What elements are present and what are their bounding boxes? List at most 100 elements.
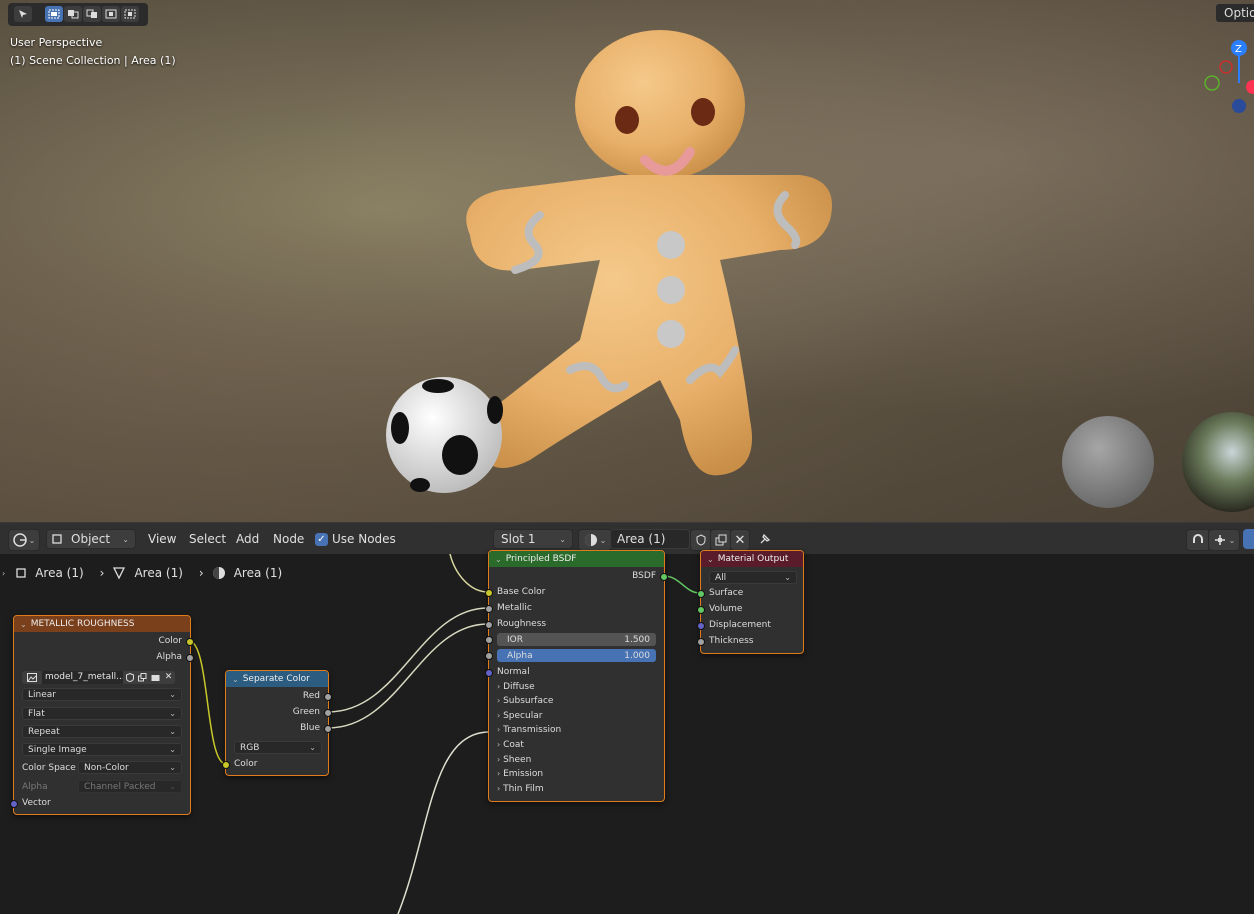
- socket-input-volume[interactable]: [697, 606, 705, 614]
- object-type-dropdown[interactable]: Object ⌄: [46, 529, 136, 549]
- input-volume-label: Volume: [709, 604, 743, 614]
- socket-input-metallic[interactable]: [485, 605, 493, 613]
- node-header[interactable]: ⌄ Principled BSDF: [489, 551, 664, 567]
- ior-field[interactable]: IOR 1.500: [497, 633, 656, 646]
- render-target-dropdown[interactable]: All ⌄: [709, 571, 797, 584]
- perspective-label: User Perspective: [10, 36, 103, 49]
- menu-select[interactable]: Select: [189, 532, 226, 546]
- fake-user-button[interactable]: [690, 529, 712, 551]
- panel-subsurface[interactable]: › Subsurface: [497, 696, 553, 706]
- select-intersect-button[interactable]: [121, 6, 139, 22]
- node-principled-bsdf[interactable]: ⌄ Principled BSDF BSDF Base Color Metall…: [485, 550, 668, 802]
- gizmo-neg-x-axis[interactable]: [1219, 60, 1233, 74]
- pin-button[interactable]: [758, 532, 772, 549]
- open-image-button[interactable]: [149, 670, 162, 684]
- socket-input-surface[interactable]: [697, 590, 705, 598]
- panel-transmission[interactable]: › Transmission: [497, 725, 561, 735]
- socket-output-blue[interactable]: [324, 725, 332, 733]
- navigation-gizmo[interactable]: Z: [1195, 36, 1254, 120]
- chevron-down-icon[interactable]: ⌄: [20, 620, 27, 629]
- projection-dropdown[interactable]: Flat ⌄: [22, 707, 182, 720]
- node-header[interactable]: ⌄ METALLIC ROUGHNESS: [14, 616, 190, 632]
- chevron-right-icon: ›: [497, 725, 501, 734]
- gizmo-neg-z-axis[interactable]: [1232, 99, 1246, 113]
- output-blue-label: Blue: [300, 723, 320, 733]
- socket-output-green[interactable]: [324, 709, 332, 717]
- material-browse-button[interactable]: ⌄: [578, 529, 612, 551]
- socket-input-thickness[interactable]: [697, 638, 705, 646]
- socket-input-displacement[interactable]: [697, 622, 705, 630]
- select-invert-button[interactable]: [102, 6, 120, 22]
- color-mode-dropdown[interactable]: RGB ⌄: [234, 741, 322, 754]
- duplicate-material-button[interactable]: [710, 529, 732, 551]
- node-editor-canvas[interactable]: › Area (1) › Area (1) › Area (1) ⌄ METAL…: [0, 550, 1254, 914]
- chevron-right-icon: ›: [497, 696, 501, 705]
- select-subtract-button[interactable]: [83, 6, 101, 22]
- material-slot-dropdown[interactable]: Slot 1 ⌄: [493, 529, 573, 549]
- alpha-mode-dropdown[interactable]: Channel Packed ⌄: [78, 780, 182, 793]
- select-new-button[interactable]: [45, 6, 63, 22]
- select-extend-button[interactable]: [64, 6, 82, 22]
- alpha-value: 1.000: [624, 650, 650, 661]
- output-green-label: Green: [292, 707, 320, 717]
- panel-specular[interactable]: › Specular: [497, 711, 542, 721]
- socket-input-normal[interactable]: [485, 669, 493, 677]
- color-space-dropdown[interactable]: Non-Color ⌄: [78, 761, 182, 774]
- chevron-down-icon[interactable]: ⌄: [232, 675, 239, 684]
- node-material-output[interactable]: ⌄ Material Output All ⌄ Surface Volume Di…: [697, 550, 804, 654]
- node-image-texture[interactable]: ⌄ METALLIC ROUGHNESS Color Alpha model_7…: [10, 615, 194, 815]
- editor-type-selector[interactable]: ⌄: [8, 529, 40, 551]
- socket-input-vector[interactable]: [10, 800, 18, 808]
- 3d-viewport[interactable]: User Perspective (1) Scene Collection | …: [0, 0, 1254, 522]
- tweak-tool-button[interactable]: [14, 6, 32, 22]
- gizmo-x-axis[interactable]: [1246, 80, 1254, 94]
- gizmo-neg-y-axis[interactable]: [1204, 75, 1220, 91]
- socket-input-ior[interactable]: [485, 636, 493, 644]
- snap-type-dropdown[interactable]: ⌄: [1208, 529, 1240, 551]
- panel-diffuse[interactable]: › Diffuse: [497, 682, 535, 692]
- panel-coat[interactable]: › Coat: [497, 740, 524, 750]
- color-space-label: Color Space: [22, 763, 76, 773]
- source-dropdown[interactable]: Single Image ⌄: [22, 743, 182, 756]
- chevron-right-icon: ›: [497, 740, 501, 749]
- menu-add[interactable]: Add: [236, 532, 259, 546]
- panel-emission[interactable]: › Emission: [497, 769, 543, 779]
- snap-toggle[interactable]: [1186, 529, 1210, 551]
- color-mode-value: RGB: [240, 742, 260, 753]
- socket-output-alpha[interactable]: [186, 654, 194, 662]
- node-separate-color[interactable]: ⌄ Separate Color Red Green Blue RGB ⌄ Col…: [222, 670, 332, 776]
- image-browse-button[interactable]: [22, 670, 42, 684]
- interpolation-dropdown[interactable]: Linear ⌄: [22, 688, 182, 701]
- chevron-down-icon[interactable]: ⌄: [707, 555, 714, 564]
- socket-input-base-color[interactable]: [485, 589, 493, 597]
- chevron-down-icon[interactable]: ⌄: [495, 555, 502, 564]
- socket-output-color[interactable]: [186, 638, 194, 646]
- menu-view[interactable]: View: [148, 532, 176, 546]
- socket-input-alpha[interactable]: [485, 652, 493, 660]
- duplicate-image-button[interactable]: [136, 670, 149, 684]
- socket-input-color[interactable]: [222, 761, 230, 769]
- image-selector[interactable]: model_7_metall... ✕: [22, 670, 182, 684]
- panel-thin-film[interactable]: › Thin Film: [497, 784, 544, 794]
- shield-icon: [696, 534, 706, 546]
- menu-node[interactable]: Node: [273, 532, 304, 546]
- socket-output-bsdf[interactable]: [660, 573, 668, 581]
- overlay-toggle[interactable]: [1243, 529, 1254, 549]
- options-button[interactable]: Optio: [1216, 4, 1254, 22]
- unlink-material-button[interactable]: ✕: [730, 529, 750, 551]
- material-name-field[interactable]: Area (1): [610, 529, 690, 549]
- chevron-down-icon: ⌄: [169, 709, 176, 718]
- fake-user-button[interactable]: [123, 670, 136, 684]
- socket-input-roughness[interactable]: [485, 621, 493, 629]
- socket-output-red[interactable]: [324, 693, 332, 701]
- use-nodes-toggle[interactable]: ✓ Use Nodes: [315, 532, 396, 546]
- chevron-down-icon: ⌄: [122, 534, 129, 544]
- alpha-field[interactable]: Alpha 1.000: [497, 649, 656, 662]
- node-header[interactable]: ⌄ Material Output: [701, 551, 803, 567]
- extension-dropdown[interactable]: Repeat ⌄: [22, 725, 182, 738]
- image-name-field[interactable]: model_7_metall...: [42, 670, 123, 684]
- close-icon[interactable]: ✕: [162, 670, 175, 684]
- alpha-mode-label: Alpha: [22, 782, 48, 792]
- panel-sheen[interactable]: › Sheen: [497, 755, 531, 765]
- node-header[interactable]: ⌄ Separate Color: [226, 671, 328, 687]
